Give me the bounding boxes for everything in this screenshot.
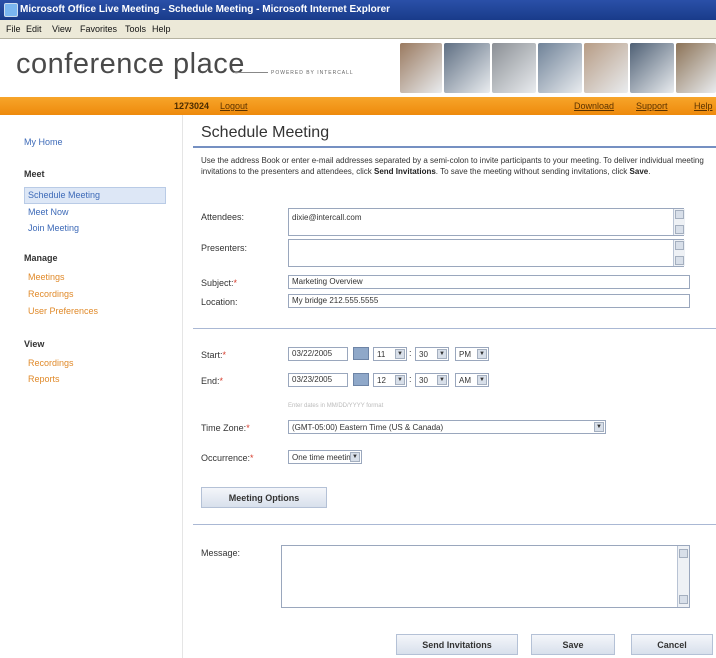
user-id: 1273024 <box>174 101 210 111</box>
logout-link[interactable]: Logout <box>220 101 248 111</box>
scroll-down-icon[interactable] <box>675 256 684 265</box>
chevron-down-icon[interactable]: ▼ <box>395 375 405 385</box>
presenters-scrollbar[interactable] <box>673 240 685 266</box>
timezone-select[interactable]: (GMT-05:00) Eastern Time (US & Canada) ▼ <box>288 420 606 434</box>
occurrence-select[interactable]: One time meeting ▼ <box>288 450 362 464</box>
chevron-down-icon[interactable]: ▼ <box>477 375 487 385</box>
end-hour-select[interactable]: 12 ▼ <box>373 373 407 387</box>
instructions-text: Use the address Book or enter e-mail add… <box>201 156 704 176</box>
start-calendar-icon[interactable] <box>353 347 369 360</box>
end-ampm-select[interactable]: AM ▼ <box>455 373 489 387</box>
sidebar-heading-manage: Manage <box>24 253 58 263</box>
message-field[interactable] <box>281 545 690 608</box>
header-photo <box>492 43 536 93</box>
sidebar-item-reports[interactable]: Reports <box>28 374 60 384</box>
header-photo <box>584 43 628 93</box>
sidebar-item-join-meeting[interactable]: Join Meeting <box>28 223 79 233</box>
support-link[interactable]: Support <box>636 101 668 111</box>
title-divider <box>193 146 716 148</box>
sidebar: My Home Meet Schedule Meeting Meet Now J… <box>0 115 183 658</box>
date-format-hint: Enter dates in MM/DD/YYYY format <box>288 403 384 409</box>
start-date-field[interactable]: 03/22/2005 <box>288 347 348 361</box>
message-label: Message: <box>201 548 241 558</box>
attendees-field[interactable]: dixie@intercall.com <box>288 208 684 236</box>
sidebar-item-view-recordings[interactable]: Recordings <box>28 358 74 368</box>
menu-tools[interactable]: Tools <box>125 24 146 34</box>
logo-tagline: POWERED BY INTERCALL <box>234 70 354 76</box>
chevron-down-icon[interactable]: ▼ <box>477 349 487 359</box>
save-button[interactable]: Save <box>531 634 615 655</box>
chevron-down-icon[interactable]: ▼ <box>594 422 604 432</box>
menu-bar: File Edit View Favorites Tools Help <box>0 20 716 39</box>
start-minute-select[interactable]: 30 ▼ <box>415 347 449 361</box>
subject-field[interactable]: Marketing Overview <box>288 275 690 289</box>
sidebar-item-schedule-meeting[interactable]: Schedule Meeting <box>28 190 100 200</box>
end-label: End:* <box>201 376 224 386</box>
scroll-down-icon[interactable] <box>679 595 688 604</box>
download-link[interactable]: Download <box>574 101 614 111</box>
attendees-scrollbar[interactable] <box>673 209 685 235</box>
occurrence-label: Occurrence:* <box>201 453 254 463</box>
window-titlebar: Microsoft Office Live Meeting - Schedule… <box>0 0 716 20</box>
sidebar-heading-meet: Meet <box>24 169 45 179</box>
main-content: Schedule Meeting Use the address Book or… <box>193 115 716 658</box>
attendees-label: Attendees: <box>201 212 245 222</box>
scroll-up-icon[interactable] <box>679 549 688 558</box>
chevron-down-icon[interactable]: ▼ <box>437 375 447 385</box>
start-hour-select[interactable]: 11 ▼ <box>373 347 407 361</box>
site-header: conference place POWERED BY INTERCALL <box>0 39 716 98</box>
message-scrollbar[interactable] <box>677 546 689 607</box>
cancel-button[interactable]: Cancel <box>631 634 713 655</box>
scroll-up-icon[interactable] <box>675 241 684 250</box>
menu-help[interactable]: Help <box>152 24 171 34</box>
start-ampm-select[interactable]: PM ▼ <box>455 347 489 361</box>
sidebar-item-recordings[interactable]: Recordings <box>28 289 74 299</box>
subject-label: Subject:* <box>201 278 238 288</box>
sidebar-my-home[interactable]: My Home <box>24 137 63 147</box>
end-minute-select[interactable]: 30 ▼ <box>415 373 449 387</box>
section-divider <box>193 524 716 525</box>
menu-favorites[interactable]: Favorites <box>80 24 117 34</box>
header-photo <box>400 43 442 93</box>
internet-explorer-icon <box>4 3 18 17</box>
scroll-down-icon[interactable] <box>675 225 684 234</box>
sidebar-item-meet-now[interactable]: Meet Now <box>28 207 69 217</box>
presenters-field[interactable] <box>288 239 684 267</box>
location-field[interactable]: My bridge 212.555.5555 <box>288 294 690 308</box>
start-label: Start:* <box>201 350 227 360</box>
menu-edit[interactable]: Edit <box>26 24 42 34</box>
meeting-options-button[interactable]: Meeting Options <box>201 487 327 508</box>
section-divider <box>193 328 716 329</box>
window-title: Microsoft Office Live Meeting - Schedule… <box>20 4 391 15</box>
sidebar-item-meetings[interactable]: Meetings <box>28 272 65 282</box>
send-invitations-button[interactable]: Send Invitations <box>396 634 518 655</box>
timezone-label: Time Zone:* <box>201 423 250 433</box>
end-date-field[interactable]: 03/23/2005 <box>288 373 348 387</box>
header-photo-strip <box>400 43 716 93</box>
chevron-down-icon[interactable]: ▼ <box>350 452 360 462</box>
menu-file[interactable]: File <box>6 24 21 34</box>
sidebar-item-user-preferences[interactable]: User Preferences <box>28 306 98 316</box>
top-nav-bar: 1273024 Logout Download Support Help <box>0 97 716 115</box>
location-label: Location: <box>201 297 238 307</box>
header-photo <box>538 43 582 93</box>
menu-view[interactable]: View <box>52 24 71 34</box>
help-link[interactable]: Help <box>694 101 713 111</box>
page-title: Schedule Meeting <box>201 124 330 141</box>
scroll-up-icon[interactable] <box>675 210 684 219</box>
chevron-down-icon[interactable]: ▼ <box>437 349 447 359</box>
end-calendar-icon[interactable] <box>353 373 369 386</box>
sidebar-heading-view: View <box>24 339 45 349</box>
header-photo <box>444 43 490 93</box>
header-photo <box>630 43 674 93</box>
chevron-down-icon[interactable]: ▼ <box>395 349 405 359</box>
conference-place-logo: conference place <box>16 48 245 80</box>
header-photo <box>676 43 716 93</box>
presenters-label: Presenters: <box>201 243 248 253</box>
